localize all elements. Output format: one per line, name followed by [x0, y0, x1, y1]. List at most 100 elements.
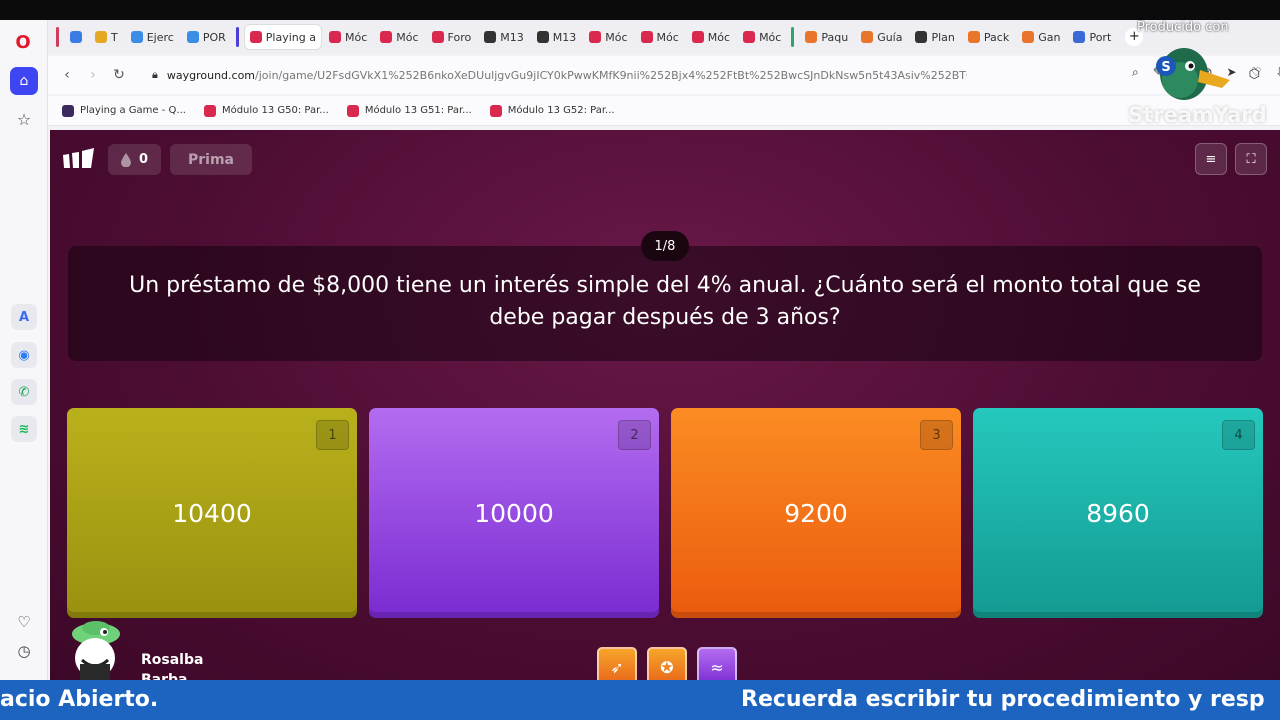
question-counter: 1/8	[641, 231, 689, 261]
tab-favicon-icon	[249, 31, 262, 43]
tab-favicon-icon	[691, 31, 704, 43]
answer-option-1[interactable]: 1 10400	[67, 408, 357, 618]
answer-number-badge: 4	[1222, 420, 1255, 450]
history-icon[interactable]: ◷	[10, 637, 38, 665]
tab-favicon-icon	[484, 31, 497, 43]
tab-strip: T Ejerc POR Playing a Móc Móc Foro M13 M…	[48, 20, 1280, 54]
tab-label: Móc	[605, 30, 628, 44]
answer-number-badge: 2	[618, 420, 651, 450]
whatsapp-icon[interactable]: ✆	[11, 379, 37, 405]
bookmark-item[interactable]: Módulo 13 G50: Par...	[203, 104, 329, 117]
wayground-logo-icon	[63, 148, 94, 168]
tab-favicon-icon	[95, 31, 107, 43]
tab-0[interactable]	[65, 25, 87, 49]
answer-option-4[interactable]: 4 8960	[973, 408, 1263, 618]
answer-text: 8960	[1086, 498, 1150, 528]
prima-label: Prima	[188, 151, 234, 168]
tab-label: Guía	[877, 30, 903, 44]
tab-favicon-icon	[380, 31, 393, 43]
answer-text: 10400	[172, 498, 252, 528]
tab-18[interactable]: Gan	[1017, 25, 1065, 49]
menu-icon[interactable]: ≡	[1195, 143, 1227, 175]
aria-icon[interactable]: A	[11, 304, 37, 330]
drop-icon	[120, 152, 131, 167]
tab-1[interactable]: T	[90, 25, 123, 49]
tab-13[interactable]: Móc	[738, 25, 786, 49]
tab-label: Gan	[1038, 30, 1061, 44]
tab-2[interactable]: Ejerc	[126, 25, 179, 49]
tab-11[interactable]: Móc	[636, 25, 684, 49]
lock-icon: 🔒︎	[152, 68, 158, 81]
tab-label: Foro	[447, 30, 472, 44]
tab-favicon-icon	[589, 31, 602, 43]
extensions-icon[interactable]: ⬡	[1249, 67, 1260, 82]
opera-logo-icon[interactable]: O	[12, 32, 34, 54]
home-icon[interactable]: ⌂	[10, 67, 38, 95]
tab-3[interactable]: POR	[182, 25, 231, 49]
player-last-name: Barba	[141, 672, 188, 680]
tab-14[interactable]: Paqu	[800, 25, 853, 49]
messenger-icon[interactable]: ◉	[11, 342, 37, 368]
tab-favicon-icon	[1073, 31, 1086, 43]
bookmark-favicon-icon	[489, 104, 502, 117]
reload-icon[interactable]: ↻	[106, 67, 132, 83]
top-black-strip	[0, 0, 1280, 20]
download-icon[interactable]: ⇩	[1275, 65, 1280, 80]
speed-dial-icon[interactable]: ☆	[10, 105, 38, 133]
tab-favicon-icon	[743, 31, 756, 43]
svg-text:S: S	[1161, 60, 1170, 75]
tab-label: Paqu	[821, 30, 849, 44]
answer-number-badge: 3	[920, 420, 953, 450]
news-ticker: acio Abierto. Recuerda escribir tu proce…	[0, 680, 1280, 720]
bookmark-label: Módulo 13 G51: Par...	[364, 105, 472, 116]
powerup-streak-icon[interactable]: ≈	[697, 647, 737, 680]
bookmark-favicon-icon	[346, 104, 359, 117]
fullscreen-icon[interactable]: ⛶	[1235, 143, 1267, 175]
bookmarks-bar: Playing a Game - Q... Módulo 13 G50: Par…	[48, 96, 1280, 126]
bookmark-item[interactable]: Módulo 13 G51: Par...	[346, 104, 472, 117]
tab-10[interactable]: Móc	[584, 25, 632, 49]
heart-icon[interactable]: ♡	[10, 608, 38, 636]
tab-12[interactable]: Móc	[687, 25, 735, 49]
zoom-icon[interactable]: ⌕	[1132, 65, 1139, 80]
browser-sidebar: O ⌂ ☆ A ◉ ✆ ≋ ♡ ◷	[0, 20, 48, 680]
tab-island-marker	[791, 27, 795, 47]
forward-icon[interactable]: ›	[80, 67, 106, 83]
address-field[interactable]: 🔒︎ wayground.com/join/game/U2FsdGVkX1%25…	[152, 62, 1280, 88]
screen: O ⌂ ☆ A ◉ ✆ ≋ ♡ ◷ T Ejerc POR Playing a …	[0, 0, 1280, 720]
tab-7[interactable]: Foro	[427, 25, 477, 49]
url-text: wayground.com/join/game/U2FsdGVkX1%252B6…	[167, 69, 967, 82]
bookmark-item[interactable]: Playing a Game - Q...	[62, 104, 186, 117]
tab-island-marker	[56, 27, 59, 47]
tab-19[interactable]: Port	[1068, 25, 1116, 49]
back-icon[interactable]: ‹	[54, 67, 80, 83]
answer-option-2[interactable]: 2 10000	[369, 408, 659, 618]
tab-label: Móc	[656, 30, 679, 44]
tab-label: Móc	[707, 30, 731, 44]
powerup-rocket-icon[interactable]: ➶	[597, 647, 637, 680]
answer-option-3[interactable]: 3 9200	[671, 408, 961, 618]
tab-label: Ejerc	[146, 30, 174, 44]
tab-favicon-icon	[431, 31, 444, 43]
tab-island-marker	[235, 27, 239, 47]
tab-16[interactable]: Plan	[910, 25, 959, 49]
tab-15[interactable]: Guía	[856, 25, 907, 49]
tab-9[interactable]: M13	[532, 25, 582, 49]
url-domain: wayground.com	[166, 68, 256, 82]
tab-8[interactable]: M13	[479, 25, 529, 49]
tab-label: M13	[552, 30, 577, 44]
spotify-icon[interactable]: ≋	[11, 416, 37, 442]
tab-4-active[interactable]: Playing a	[244, 25, 321, 49]
prima-badge[interactable]: Prima	[170, 144, 252, 175]
player-name: Rosalba Barba	[141, 650, 203, 680]
tab-17[interactable]: Pack	[963, 25, 1014, 49]
tab-label: Pack	[983, 30, 1010, 44]
bookmark-item[interactable]: Módulo 13 G52: Par...	[489, 104, 615, 117]
quiz-game-area: 0 Prima ≡ ⛶ 1/8 Un préstamo de $8,000 ti…	[50, 130, 1280, 680]
bookmark-favicon-icon	[203, 104, 216, 117]
tab-6[interactable]: Móc	[375, 25, 423, 49]
bookmark-label: Módulo 13 G52: Par...	[507, 105, 615, 116]
tab-label: POR	[202, 30, 226, 44]
powerup-shield-icon[interactable]: ✪	[647, 647, 687, 680]
tab-5[interactable]: Móc	[324, 25, 372, 49]
